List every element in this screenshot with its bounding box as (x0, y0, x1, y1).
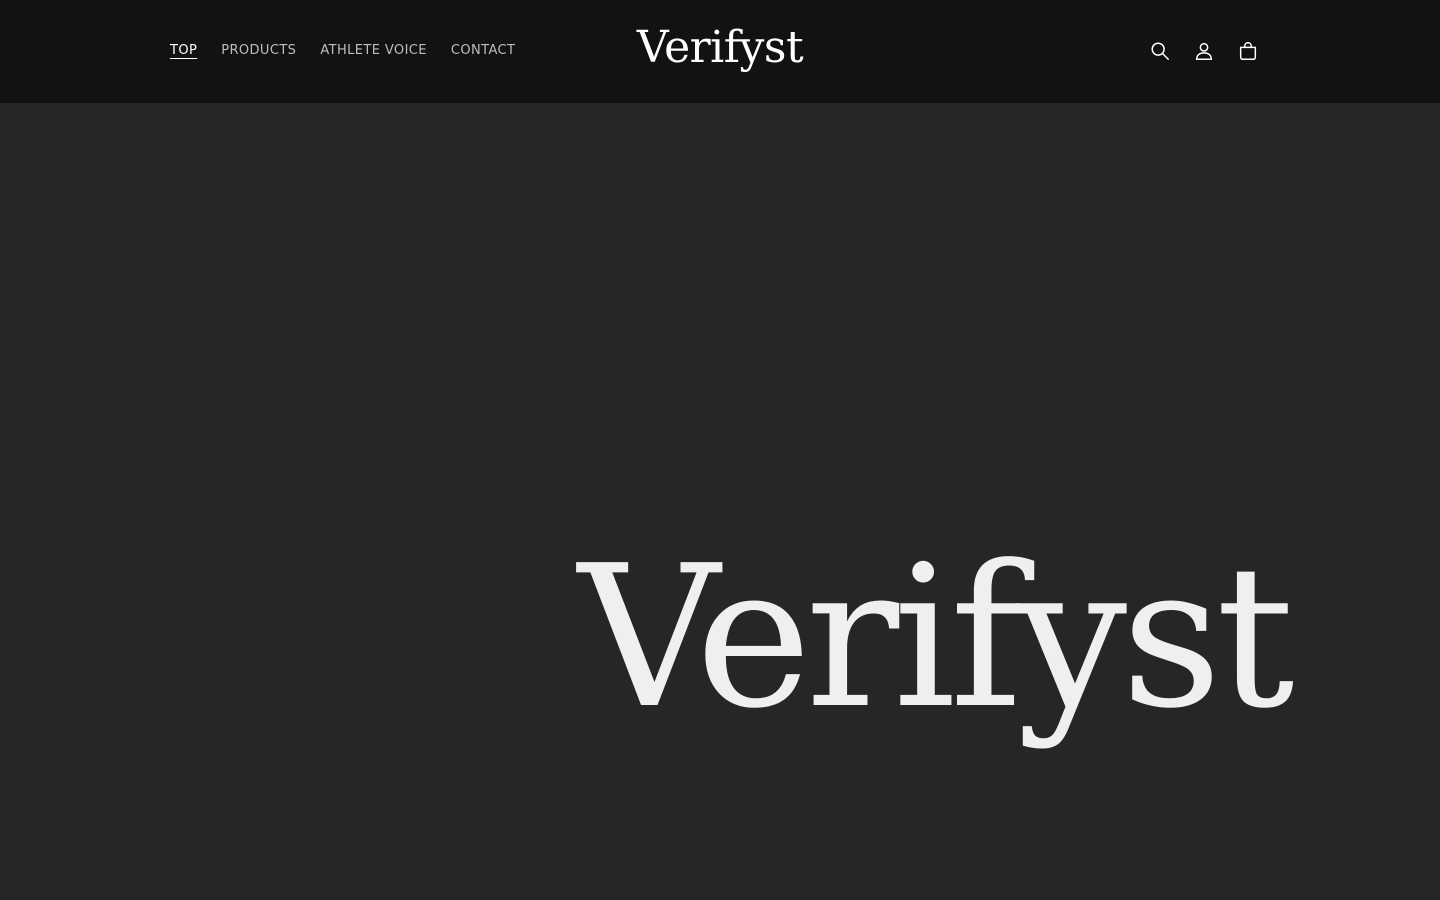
main-nav: TOP PRODUCTS ATHLETE VOICE CONTACT (170, 40, 539, 62)
hero-banner: Verifyst (0, 103, 1440, 900)
hero-wordmark: Verifyst (578, 524, 1295, 752)
nav-products[interactable]: PRODUCTS (221, 40, 296, 62)
account-icon (1195, 42, 1213, 60)
site-logo[interactable]: Verifyst (637, 22, 804, 73)
nav-top[interactable]: TOP (170, 40, 197, 62)
cart-icon (1239, 42, 1257, 60)
search-button[interactable] (1142, 33, 1178, 69)
nav-contact[interactable]: CONTACT (451, 40, 515, 62)
account-button[interactable] (1186, 33, 1222, 69)
nav-athlete-voice[interactable]: ATHLETE VOICE (320, 40, 427, 62)
cart-button[interactable] (1230, 33, 1266, 69)
header-icons (1142, 33, 1266, 69)
search-icon (1151, 42, 1169, 60)
site-header: TOP PRODUCTS ATHLETE VOICE CONTACT Verif… (0, 0, 1440, 103)
